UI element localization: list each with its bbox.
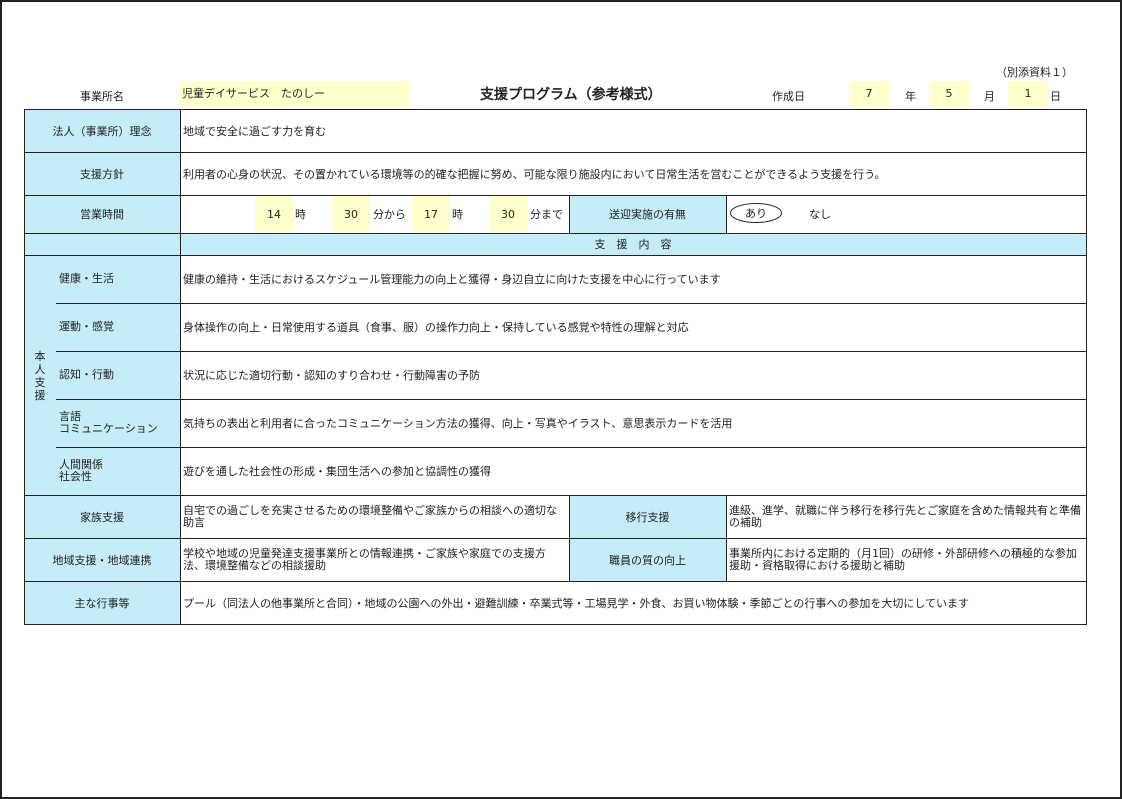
personal-row-value[interactable]: 気持ちの表出と利用者に合ったコミュニケーション方法の獲得、向上・写真やイラスト、… [180,399,1086,447]
hours-label: 営業時間 [80,208,124,221]
personal-row-value[interactable]: 状況に応じた適切行動・認知のすり合わせ・行動障害の予防 [180,351,1086,399]
policy-value[interactable]: 利用者の心身の状況、その置かれている環境等の的確な把握に努め、可能な限り施設内に… [180,152,1086,195]
end-minute-field[interactable]: 30 [489,195,527,233]
personal-row-label: 認知・行動 [59,368,114,381]
family-support-value[interactable]: 自宅での過ごしを充実させるための環境整備やご家族からの相談への適切な助言 [180,495,569,538]
transport-label: 送迎実施の有無 [609,208,686,221]
philosophy-label: 法人（事業所）理念 [52,124,152,138]
hour-unit-1: 時 [295,208,306,221]
transition-support-label: 移行支援 [625,510,670,524]
transport-yes-option[interactable]: あり [730,203,782,223]
personal-row-label: 人間関係 社会性 [59,458,103,483]
office-name-label: 事業所名 [80,90,124,103]
staff-quality-value[interactable]: 事業所内における定期的（月1回）の研修・外部研修への積極的な参加援助・資格取得に… [726,538,1086,581]
events-value[interactable]: プール（同法人の他事業所と合同）・地域の公園への外出・避難訓練・卒業式等・工場見… [180,581,1086,624]
personal-row-label: 運動・感覚 [59,320,114,333]
personal-row-label: 言語 コミュニケーション [59,410,158,435]
community-support-label: 地域支援・地域連携 [52,553,152,567]
personal-row-value[interactable]: 健康の維持・生活におけるスケジュール管理能力の向上と獲得・身辺自立に向けた支援を… [180,255,1086,303]
page-title: 支援プログラム（参考様式） [480,87,662,103]
office-name-field[interactable]: 児童デイサービス たのしー [180,81,410,107]
month-field[interactable]: 5 [929,81,969,107]
personal-row-value[interactable]: 身体操作の向上・日常使用する道具（食事、服）の操作力向上・保持している感覚や特性… [180,303,1086,351]
family-support-label: 家族支援 [80,510,124,524]
transport-no-option[interactable]: なし [809,195,849,233]
staff-quality-label: 職員の質の向上 [609,553,686,567]
policy-label: 支援方針 [80,167,124,181]
year-field[interactable]: 7 [849,81,889,107]
transition-support-value[interactable]: 進級、進学、就職に伴う移行を移行先とご家庭を含めた情報共有と準備の補助 [726,495,1086,538]
events-label: 主な行事等 [74,596,130,610]
from-unit: 分から [373,208,406,221]
philosophy-value[interactable]: 地域で安全に過ごす力を育む [180,109,1086,152]
month-unit: 月 [984,90,995,103]
end-hour-field[interactable]: 17 [412,195,450,233]
support-content-header: 支 援 内 容 [594,238,672,251]
day-unit: 日 [1050,90,1061,103]
created-date-label: 作成日 [772,90,805,103]
start-hour-field[interactable]: 14 [255,195,293,233]
appendix-note: （別添資料１） [996,66,1073,79]
community-support-value[interactable]: 学校や地域の児童発達支援事業所との情報連携・ご家族や家庭での支援方法、環境整備な… [180,538,569,581]
until-unit: 分まで [530,208,563,221]
hour-unit-2: 時 [452,208,463,221]
start-minute-field[interactable]: 30 [332,195,370,233]
year-unit: 年 [905,90,916,103]
personal-row-value[interactable]: 遊びを通した社会性の形成・集団生活への参加と協調性の獲得 [180,447,1086,495]
day-field[interactable]: 1 [1008,81,1048,107]
personal-support-group-label: 本人支援 [34,350,46,402]
personal-row-label: 健康・生活 [59,272,114,285]
